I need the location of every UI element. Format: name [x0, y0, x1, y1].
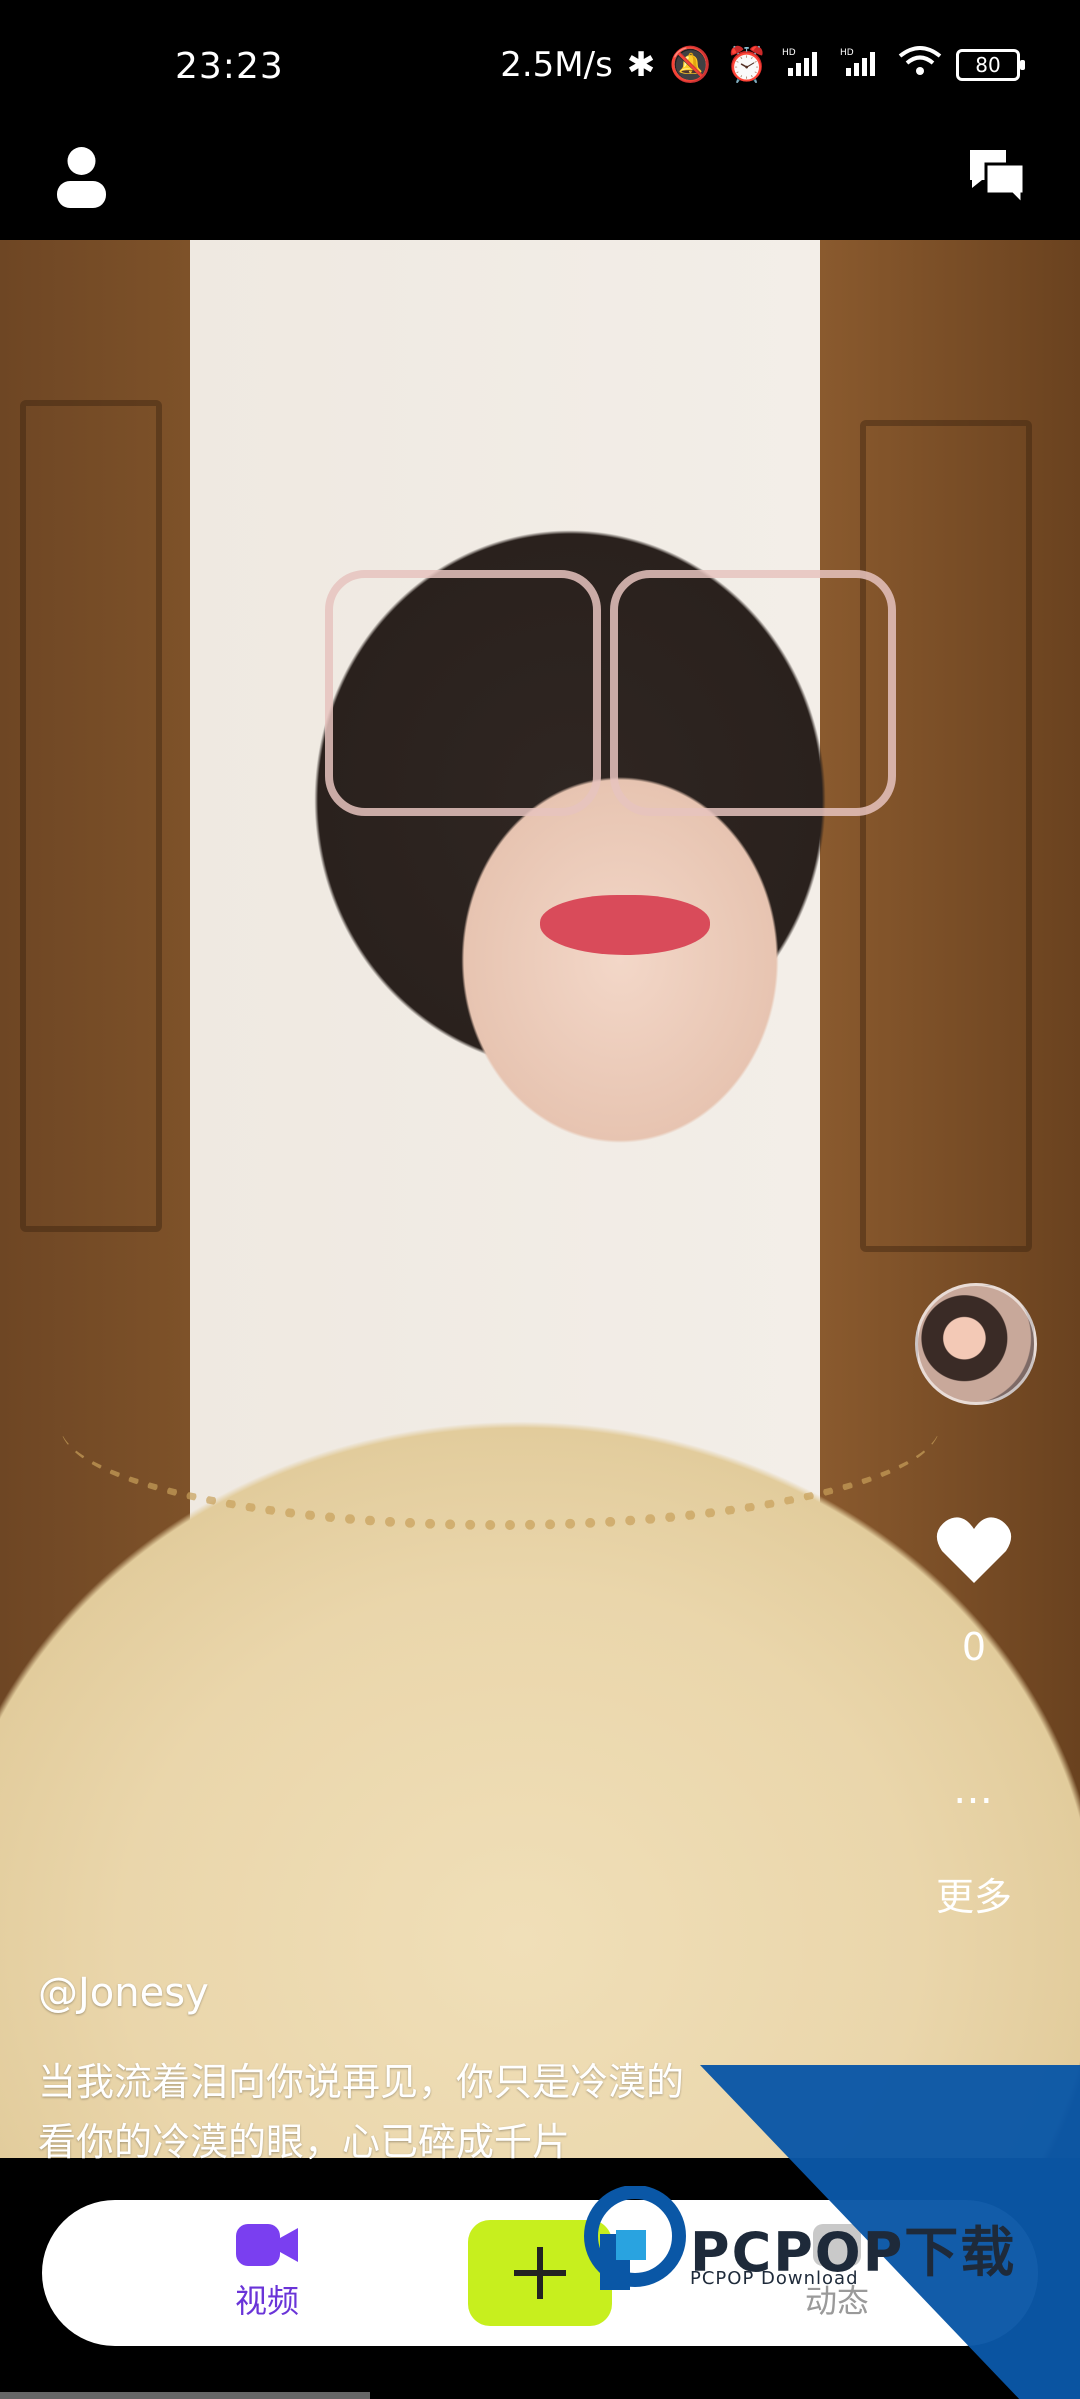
- svg-text:HD: HD: [840, 48, 854, 58]
- plus-icon: [514, 2247, 566, 2299]
- like-count: 0: [961, 1625, 987, 1669]
- wifi-icon: [898, 44, 942, 85]
- status-time: 23:23: [175, 46, 284, 87]
- glasses-lens: [325, 570, 601, 816]
- creator-avatar[interactable]: [915, 1283, 1037, 1405]
- more-dots-icon[interactable]: …: [930, 1770, 1018, 1820]
- collar-embroidery: [60, 1320, 940, 1530]
- home-indicator: [0, 2392, 370, 2399]
- background-door: [860, 420, 1032, 1252]
- status-bar: 23:23 2.5M/s ✱ 🔕 ⏰ HD HD 80: [0, 0, 1080, 140]
- alarm-icon: ⏰: [725, 44, 768, 85]
- nav-tab-video[interactable]: 视频: [212, 2220, 322, 2322]
- hd-signal-icon: HD: [782, 45, 826, 85]
- lips: [540, 895, 710, 955]
- like-heart-icon[interactable]: [936, 1515, 1012, 1585]
- svg-text:HD: HD: [782, 48, 796, 58]
- watermark-subtitle: PCPOP Download: [690, 2268, 859, 2289]
- more-label[interactable]: 更多: [900, 1866, 1048, 1921]
- video-camera-icon: [236, 2220, 298, 2270]
- post-username[interactable]: @Jonesy: [38, 1970, 209, 2016]
- watermark-logo-icon: [580, 2185, 690, 2296]
- chat-icon[interactable]: [966, 146, 1028, 208]
- hd-signal-icon: HD: [840, 45, 884, 85]
- profile-icon[interactable]: [54, 146, 109, 208]
- nav-tab-video-label: 视频: [234, 2282, 299, 2320]
- bluetooth-icon: ✱: [626, 44, 656, 85]
- mute-icon: 🔕: [669, 44, 712, 85]
- status-icons: 2.5M/s ✱ 🔕 ⏰ HD HD 80: [500, 44, 1025, 85]
- net-speed: 2.5M/s: [500, 44, 613, 85]
- glasses-lens: [610, 570, 896, 816]
- battery-icon: 80: [956, 48, 1025, 81]
- background-door: [20, 400, 162, 1232]
